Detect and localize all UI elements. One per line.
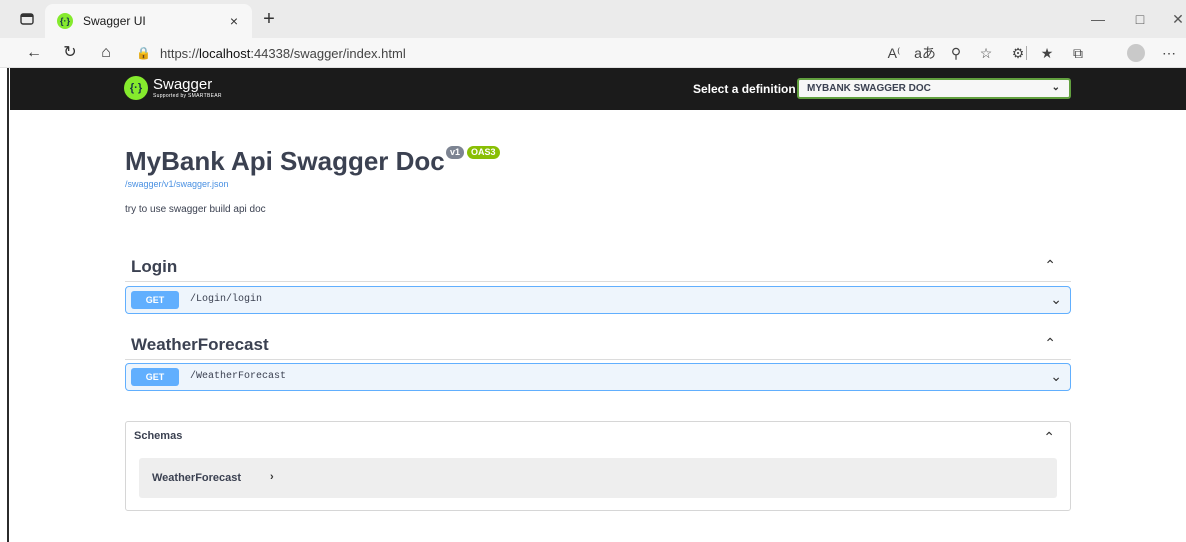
new-tab-icon[interactable]: + <box>258 8 280 30</box>
operation-get-weatherforecast[interactable]: GET /WeatherForecast ⌄ <box>125 363 1071 391</box>
read-aloud-icon[interactable]: A⁽ <box>883 42 905 64</box>
tab-strip: {·} Swagger UI × + — □ ✕ <box>0 0 1186 38</box>
toolbar-separator <box>1026 46 1027 60</box>
url-prefix: https:// <box>160 45 200 61</box>
url-host: localhost <box>199 45 251 61</box>
close-tab-icon[interactable]: × <box>226 13 242 29</box>
browser-tab[interactable]: {·} Swagger UI × <box>45 4 252 38</box>
zoom-icon[interactable]: ⚲ <box>945 42 967 64</box>
operation-get-login[interactable]: GET /Login/login ⌄ <box>125 286 1071 314</box>
tab-title: Swagger UI <box>83 14 146 28</box>
minimize-icon[interactable]: — <box>1075 6 1121 32</box>
chevron-down-icon[interactable]: ⌄ <box>1050 368 1062 385</box>
favorite-icon[interactable]: ☆ <box>975 42 997 64</box>
version-badge: v1 <box>446 146 465 159</box>
model-weatherforecast[interactable]: WeatherForecast › <box>139 458 1057 498</box>
definition-select[interactable]: MYBANK SWAGGER DOC ⌄ <box>797 78 1071 99</box>
method-badge: GET <box>131 291 179 309</box>
address-bar[interactable]: 🔒 https://localhost:44338/swagger/index.… <box>136 41 406 65</box>
swagger-favicon-icon: {·} <box>57 13 73 29</box>
chevron-up-icon[interactable]: ⌃ <box>1044 257 1056 274</box>
swagger-logo-icon: {·} <box>124 76 148 100</box>
tag-weatherforecast[interactable]: WeatherForecast ⌃ <box>125 330 1071 360</box>
favorites-icon[interactable]: ★ <box>1036 42 1058 64</box>
page-title: MyBank Api Swagger Doc <box>125 146 445 176</box>
tag-name: WeatherForecast <box>131 335 269 354</box>
schemas-title[interactable]: Schemas <box>134 430 182 442</box>
model-name: WeatherForecast <box>152 472 242 484</box>
browser-window: {·} Swagger UI × + — □ ✕ ← ↻ ⌂ 🔒 https:/… <box>0 0 1186 542</box>
tab-actions-icon[interactable] <box>18 10 36 28</box>
profile-icon[interactable] <box>1127 44 1145 62</box>
spec-link[interactable]: /swagger/v1/swagger.json <box>125 179 229 189</box>
operation-path: /Login/login <box>190 294 263 305</box>
home-icon[interactable]: ⌂ <box>94 42 118 64</box>
chevron-up-icon[interactable]: ⌃ <box>1043 429 1055 446</box>
chevron-down-icon: ⌄ <box>1051 82 1060 93</box>
chevron-right-icon: › <box>270 471 274 483</box>
refresh-icon[interactable]: ↻ <box>58 42 82 64</box>
definition-value: MYBANK SWAGGER DOC <box>807 83 931 94</box>
definition-label: Select a definition <box>693 82 796 96</box>
api-description: try to use swagger build api doc <box>125 204 266 215</box>
address-bar-row: ← ↻ ⌂ 🔒 https://localhost:44338/swagger/… <box>0 38 1186 68</box>
operation-path: /WeatherForecast <box>190 371 287 382</box>
more-icon[interactable]: ⋯ <box>1158 42 1180 64</box>
tag-login[interactable]: Login ⌃ <box>125 252 1071 282</box>
oas-badge: OAS3 <box>467 146 500 159</box>
swagger-topbar: {·} Swagger Supported by SMARTBEAR Selec… <box>10 68 1186 110</box>
swagger-brand: Swagger <box>153 76 213 93</box>
window-close-icon[interactable]: ✕ <box>1155 6 1186 32</box>
url-rest: :44338/swagger/index.html <box>250 45 406 61</box>
back-icon[interactable]: ← <box>22 42 46 64</box>
translate-icon[interactable]: aあ <box>914 42 936 64</box>
tag-name: Login <box>131 257 178 276</box>
lock-icon: 🔒 <box>136 46 151 60</box>
swagger-sub-brand: Supported by SMARTBEAR <box>153 93 222 99</box>
chevron-up-icon[interactable]: ⌃ <box>1044 335 1056 352</box>
chevron-down-icon[interactable]: ⌄ <box>1050 291 1062 308</box>
window-edge <box>0 68 9 542</box>
swagger-logo[interactable]: {·} Swagger Supported by SMARTBEAR <box>124 76 222 100</box>
schemas-section: Schemas ⌃ WeatherForecast › <box>125 421 1071 511</box>
collections-icon[interactable]: ⧉ <box>1067 42 1089 64</box>
method-badge: GET <box>131 368 179 386</box>
